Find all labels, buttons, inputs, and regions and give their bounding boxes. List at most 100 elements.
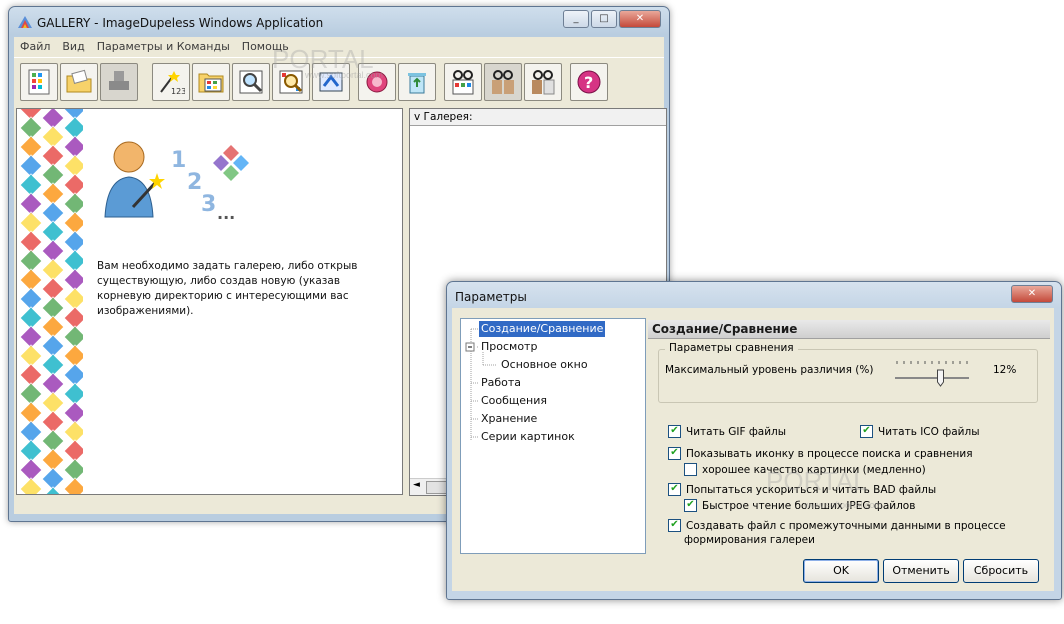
toolbar-btn-search-grid[interactable] [272,63,310,101]
toolbar-btn-glasses-compare[interactable] [484,63,522,101]
option-temp-file[interactable]: ✔ Создавать файл с промежуточными данным… [668,519,1006,532]
menu-params[interactable]: Параметры и Команды [91,37,236,57]
svg-text:?: ? [584,73,593,92]
max-difference-slider[interactable] [893,358,971,388]
dialog-close-button[interactable]: ✕ [1011,285,1053,303]
tree-item-work[interactable]: Работа [481,375,521,391]
label-read-bad: Попытаться ускориться и читать BAD файлы [686,483,937,496]
tree-item-view[interactable]: Просмотр [481,339,537,355]
checkbox-fast-jpeg[interactable]: ✔ [684,499,697,512]
option-fast-jpeg[interactable]: ✔ Быстрое чтение больших JPEG файлов [684,499,915,512]
decorative-diamond [63,401,83,425]
slider-thumb[interactable] [937,369,944,387]
option-good-quality[interactable]: хорошее качество картинки (медленно) [684,463,926,476]
glasses-grid-icon [452,70,474,95]
menubar: Файл Вид Параметры и Команды Помощь [14,37,664,57]
max-difference-value: 12% [993,364,1017,376]
option-read-bad[interactable]: ✔ Попытаться ускориться и читать BAD фай… [668,483,936,496]
app-icon [18,16,32,28]
decorative-diamond [63,306,83,330]
menu-file[interactable]: Файл [14,37,56,57]
toolbar-btn-open[interactable] [60,63,98,101]
label-show-icon: Показывать иконку в процессе поиска и ср… [686,447,973,460]
toolbar-btn-gallery[interactable] [192,63,230,101]
decorative-diamond [63,420,83,444]
label-fast-jpeg: Быстрое чтение больших JPEG файлов [702,499,916,512]
tree-item-image-series[interactable]: Серии картинок [481,429,575,445]
svg-text:1: 1 [171,148,186,173]
intro-text: Вам необходимо задать галерею, либо откр… [97,260,358,317]
decorative-diamond [63,154,83,178]
toolbar-btn-glasses-person[interactable] [524,63,562,101]
toolbar-btn-glasses-grid[interactable] [444,63,482,101]
menu-help[interactable]: Помощь [236,37,295,57]
max-difference-label: Максимальный уровень различия (%) [665,364,874,376]
user-wizard-illustration: 1 2 3 ... [104,141,249,223]
start-panel: 1 2 3 ... Вам необходимо задать галерею,… [16,108,403,495]
toolbar-btn-help[interactable]: ? [570,63,608,101]
option-read-gif[interactable]: ✔ Читать GIF файлы [668,425,786,438]
stamp-icon [109,71,129,90]
checkbox-read-bad[interactable]: ✔ [668,483,681,496]
option-temp-file-cont: формирования галереи [684,534,815,546]
decorative-diamond [63,477,83,494]
tree-item-messages[interactable]: Сообщения [481,393,547,409]
toolbar-btn-stop[interactable] [358,63,396,101]
magic-wand-numbers-icon: 123 [160,71,185,96]
gallery-header: v Галерея: [410,109,666,126]
dialog-body: Создание/Сравнение Просмотр Основное окн… [452,308,1054,591]
close-button[interactable]: ✕ [619,10,661,28]
tree-item-create-compare[interactable]: Создание/Сравнение [479,321,606,337]
checkbox-show-icon[interactable]: ✔ [668,447,681,460]
reset-button[interactable]: Сбросить [963,559,1039,583]
toolbar-btn-recycle[interactable] [398,63,436,101]
compare-params-group: Параметры сравнения Максимальный уровень… [658,342,1038,403]
decorative-diamond [63,458,83,482]
toolbar-btn-refresh[interactable] [312,63,350,101]
decorative-diamond [45,486,61,494]
option-read-ico[interactable]: ✔ Читать ICO файлы [860,425,979,438]
checkbox-read-ico[interactable]: ✔ [860,425,873,438]
toolbar-btn-stamp[interactable] [100,63,138,101]
window-title: GALLERY - ImageDupeless Windows Applicat… [37,16,324,30]
gallery-grid-icon [198,73,224,93]
ok-button[interactable]: OK [803,559,879,583]
label-temp-file: Создавать файл с промежуточными данными … [686,519,1006,532]
decorative-diamond [63,230,83,254]
svg-text:3: 3 [201,192,216,217]
svg-text:123: 123 [171,87,185,96]
group-title: Параметры сравнения [665,342,798,354]
settings-tree: Создание/Сравнение Просмотр Основное окн… [460,318,646,554]
catalog-icon [28,69,50,95]
option-show-icon[interactable]: ✔ Показывать иконку в процессе поиска и … [668,447,973,460]
dialog-title: Параметры [455,290,527,304]
checkbox-temp-file[interactable]: ✔ [668,519,681,532]
decorative-diamond [63,325,83,349]
decorative-diamond [63,211,83,235]
label-read-gif: Читать GIF файлы [686,425,787,438]
stop-icon [366,71,388,93]
minimize-button[interactable]: _ [563,10,589,28]
checkbox-good-quality[interactable] [684,463,697,476]
toolbar-btn-search[interactable] [232,63,270,101]
tree-item-storage[interactable]: Хранение [481,411,537,427]
toolbar-btn-catalog[interactable] [20,63,58,101]
glasses-compare-icon [492,70,514,94]
open-folder-icon [66,69,92,93]
decorative-diamond [19,477,43,494]
glasses-person-icon [532,70,555,95]
decorative-diamond [63,249,83,273]
scroll-left-icon[interactable]: ◄ [413,480,420,490]
settings-dialog: Параметры ✕ Создание/Сравнение Просмотр … [446,281,1062,600]
cancel-button[interactable]: Отменить [883,559,959,583]
label-read-ico: Читать ICO файлы [878,425,980,438]
menu-view[interactable]: Вид [56,37,90,57]
search-image-icon [239,70,263,94]
decorative-diamond [63,344,83,368]
maximize-button[interactable]: □ [591,10,617,28]
decorative-diamond [63,363,83,387]
tree-item-main-window[interactable]: Основное окно [501,357,588,373]
toolbar-btn-wizard[interactable]: 123 [152,63,190,101]
decorative-diamond [63,268,83,292]
checkbox-read-gif[interactable]: ✔ [668,425,681,438]
